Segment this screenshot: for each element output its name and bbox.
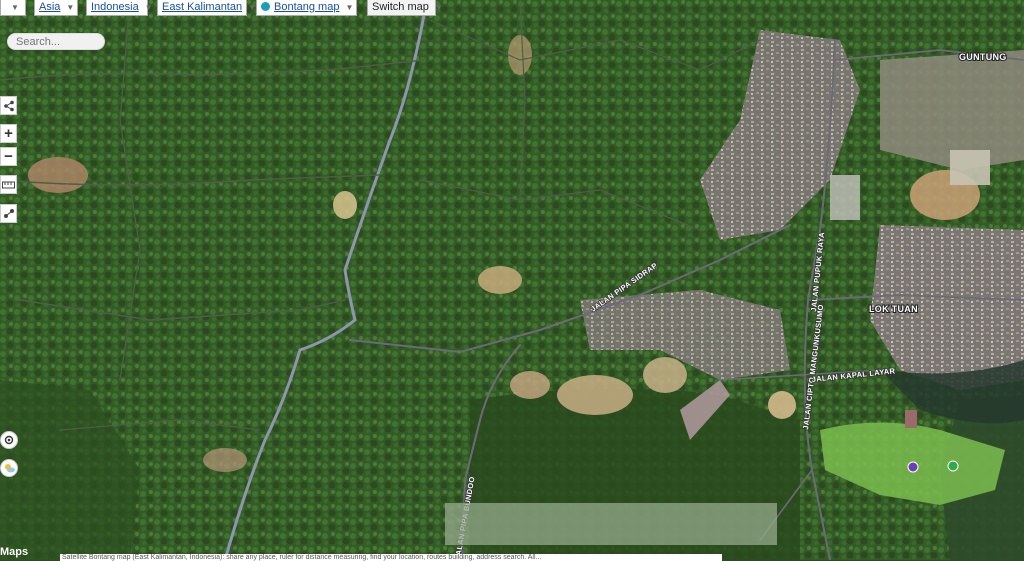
ruler-button[interactable] (0, 175, 17, 194)
minus-icon: − (4, 148, 13, 165)
maps-logo[interactable]: Maps (0, 546, 28, 558)
crumb-indonesia[interactable]: Indonesia ▼ (86, 0, 153, 16)
clearing (510, 371, 550, 399)
clearing (508, 35, 532, 75)
chevron-down-icon: ▼ (144, 3, 153, 12)
weather-icon (4, 464, 15, 473)
search-input[interactable] (7, 33, 105, 50)
route-button[interactable] (0, 204, 17, 223)
weather-button[interactable] (0, 459, 18, 477)
industrial-area (830, 175, 860, 220)
crumb-province[interactable]: East Kalimantan ▼ (157, 0, 256, 16)
crumb-indonesia-label[interactable]: Indonesia (91, 1, 139, 13)
crumb-asia[interactable]: Asia ▼ (34, 0, 78, 16)
locate-me-button[interactable] (0, 431, 18, 449)
zoom-in-button[interactable]: + (0, 124, 17, 143)
route-icon (3, 208, 14, 218)
industrial-area (950, 150, 990, 185)
clearing (768, 391, 796, 419)
clearing (478, 266, 522, 294)
crumb-world-dropdown[interactable]: ▼ (0, 0, 26, 16)
crumb-asia-label[interactable]: Asia (39, 1, 60, 13)
info-overlay (445, 503, 777, 545)
switch-map-button[interactable]: Switch map ▼ (367, 0, 443, 16)
tower (905, 410, 917, 428)
place-label-lok-tuan[interactable]: LOK TUAN (868, 303, 919, 315)
satellite-map[interactable]: GUNTUNG LOK TUAN JALAN PIPA SIDRAP JALAN… (0, 0, 1024, 560)
plus-icon: + (4, 125, 13, 142)
share-button[interactable] (0, 96, 17, 115)
clearing (557, 375, 633, 415)
share-icon (3, 100, 14, 111)
clearing (203, 448, 247, 472)
chevron-down-icon: ▼ (345, 3, 354, 12)
chevron-down-icon: ▼ (66, 3, 75, 12)
clearing (333, 191, 357, 219)
clearing (28, 157, 88, 193)
crosshair-icon (4, 435, 14, 445)
crumb-city[interactable]: Bontang map ▼ (256, 0, 357, 16)
switch-map-label: Switch map (372, 1, 429, 13)
chevron-down-icon: ▼ (11, 3, 19, 12)
landmark-icon[interactable] (907, 461, 919, 473)
clearing (643, 357, 687, 393)
chevron-down-icon: ▼ (248, 3, 257, 12)
globe-icon (261, 2, 270, 11)
crumb-province-label[interactable]: East Kalimantan (162, 1, 242, 13)
place-label-guntung[interactable]: GUNTUNG (958, 51, 1007, 63)
golf-icon[interactable] (947, 460, 959, 472)
ruler-icon (2, 181, 15, 188)
crumb-city-label[interactable]: Bontang map (274, 1, 339, 13)
chevron-down-icon: ▼ (434, 3, 443, 12)
zoom-out-button[interactable]: − (0, 147, 17, 166)
